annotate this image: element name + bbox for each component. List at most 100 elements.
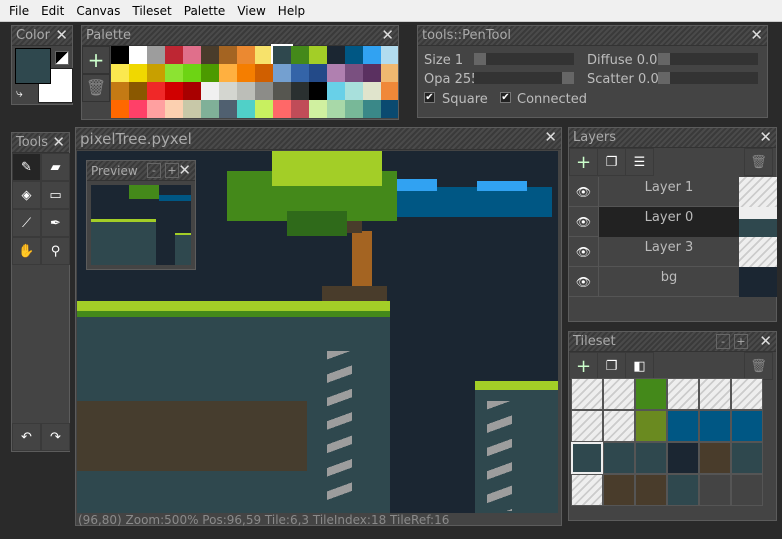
palette-swatch[interactable] xyxy=(345,100,363,118)
palette-swatch[interactable] xyxy=(147,64,165,82)
palette-swatch[interactable] xyxy=(345,64,363,82)
add-tile-button[interactable]: + xyxy=(569,352,598,380)
undo-button[interactable]: ↶ xyxy=(12,423,41,451)
palette-swatch[interactable] xyxy=(237,82,255,100)
palette-swatch[interactable] xyxy=(147,82,165,100)
palette-swatch[interactable] xyxy=(273,64,291,82)
eyedropper-icon[interactable]: ⟋ xyxy=(12,209,41,237)
palette-swatch[interactable] xyxy=(309,46,327,64)
palette-swatch[interactable] xyxy=(309,100,327,118)
palette-swatch[interactable] xyxy=(381,46,398,64)
visibility-eye-icon[interactable]: 👁 xyxy=(569,237,599,267)
add-color-button[interactable]: + xyxy=(82,46,110,74)
opacity-slider[interactable] xyxy=(474,72,574,84)
layer-row[interactable]: 👁 Layer 3 xyxy=(569,237,777,267)
tile[interactable] xyxy=(571,474,603,506)
redo-button[interactable]: ↷ xyxy=(41,423,70,451)
eraser-icon[interactable]: ▰ xyxy=(41,153,70,181)
palette-swatch[interactable] xyxy=(273,82,291,100)
layer-row[interactable]: 👁 Layer 1 xyxy=(569,177,777,207)
reset-colors-icon[interactable] xyxy=(55,51,69,65)
tile[interactable] xyxy=(571,410,603,442)
palette-swatch[interactable] xyxy=(183,82,201,100)
primary-color-swatch[interactable] xyxy=(15,48,51,84)
palette-swatch[interactable] xyxy=(309,64,327,82)
palette-swatch[interactable] xyxy=(165,82,183,100)
palette-swatch[interactable] xyxy=(147,46,165,64)
pen-icon[interactable]: ✒ xyxy=(41,209,70,237)
close-icon[interactable]: ✕ xyxy=(544,128,557,146)
add-layer-button[interactable]: + xyxy=(569,148,598,176)
tile[interactable] xyxy=(603,378,635,410)
tile[interactable] xyxy=(635,378,667,410)
tile[interactable] xyxy=(731,474,763,506)
diffuse-slider[interactable] xyxy=(658,53,758,65)
palette-swatch[interactable] xyxy=(201,64,219,82)
palette-swatch[interactable] xyxy=(363,82,381,100)
scatter-slider[interactable] xyxy=(658,72,758,84)
tile[interactable] xyxy=(635,410,667,442)
tile[interactable] xyxy=(699,474,731,506)
palette-swatch[interactable] xyxy=(345,82,363,100)
palette-swatch[interactable] xyxy=(345,46,363,64)
palette-swatch[interactable] xyxy=(363,46,381,64)
palette-swatch[interactable] xyxy=(165,46,183,64)
layer-row[interactable]: 👁 Layer 0 xyxy=(569,207,777,237)
close-icon[interactable]: ✕ xyxy=(52,133,65,151)
tile[interactable] xyxy=(731,378,763,410)
tile[interactable] xyxy=(699,410,731,442)
palette-swatch[interactable] xyxy=(381,82,398,100)
palette-swatch[interactable] xyxy=(129,100,147,118)
merge-layer-button[interactable]: ☰ xyxy=(625,148,654,176)
tile[interactable] xyxy=(731,442,763,474)
menu-palette[interactable]: Palette xyxy=(178,4,232,18)
palette-swatch[interactable] xyxy=(219,82,237,100)
trash-icon[interactable]: 🗑 xyxy=(82,74,110,102)
delete-layer-button[interactable]: 🗑 xyxy=(744,148,773,176)
palette-swatch[interactable] xyxy=(327,46,345,64)
palette-swatch[interactable] xyxy=(111,100,129,118)
menu-view[interactable]: View xyxy=(231,4,271,18)
delete-tile-button[interactable]: 🗑 xyxy=(744,352,773,380)
palette-swatch[interactable] xyxy=(255,82,273,100)
close-icon[interactable]: ✕ xyxy=(381,26,394,44)
pencil-icon[interactable]: ✎ xyxy=(12,153,41,181)
tile[interactable] xyxy=(635,474,667,506)
tile[interactable] xyxy=(603,442,635,474)
menu-file[interactable]: File xyxy=(3,4,35,18)
zoom-in-button[interactable]: + xyxy=(165,163,179,178)
tile[interactable] xyxy=(571,378,603,410)
layer-row[interactable]: 👁 bg xyxy=(569,267,777,297)
zoom-out-button[interactable]: - xyxy=(716,334,730,349)
palette-swatch[interactable] xyxy=(201,46,219,64)
hand-icon[interactable]: ✋ xyxy=(12,237,41,265)
visibility-eye-icon[interactable]: 👁 xyxy=(569,207,599,237)
visibility-eye-icon[interactable]: 👁 xyxy=(569,177,599,207)
palette-swatch[interactable] xyxy=(165,100,183,118)
menu-tileset[interactable]: Tileset xyxy=(126,4,177,18)
close-icon[interactable]: ✕ xyxy=(178,161,191,179)
palette-swatch[interactable] xyxy=(363,64,381,82)
palette-swatch[interactable] xyxy=(201,82,219,100)
palette-swatch[interactable] xyxy=(291,46,309,64)
palette-swatch[interactable] xyxy=(183,64,201,82)
tile[interactable] xyxy=(699,378,731,410)
palette-swatch[interactable] xyxy=(237,64,255,82)
palette-swatch[interactable] xyxy=(165,64,183,82)
tile[interactable] xyxy=(571,442,603,474)
menu-help[interactable]: Help xyxy=(272,4,311,18)
palette-swatch[interactable] xyxy=(201,100,219,118)
menu-canvas[interactable]: Canvas xyxy=(70,4,126,18)
palette-swatch[interactable] xyxy=(111,46,129,64)
tile[interactable] xyxy=(603,410,635,442)
palette-swatch[interactable] xyxy=(219,46,237,64)
palette-swatch[interactable] xyxy=(129,64,147,82)
close-icon[interactable]: ✕ xyxy=(55,26,68,44)
palette-swatch[interactable] xyxy=(327,82,345,100)
palette-swatch[interactable] xyxy=(381,64,398,82)
palette-swatch[interactable] xyxy=(219,100,237,118)
tile[interactable] xyxy=(731,410,763,442)
palette-swatch[interactable] xyxy=(291,100,309,118)
tile[interactable] xyxy=(667,442,699,474)
palette-swatch[interactable] xyxy=(291,64,309,82)
